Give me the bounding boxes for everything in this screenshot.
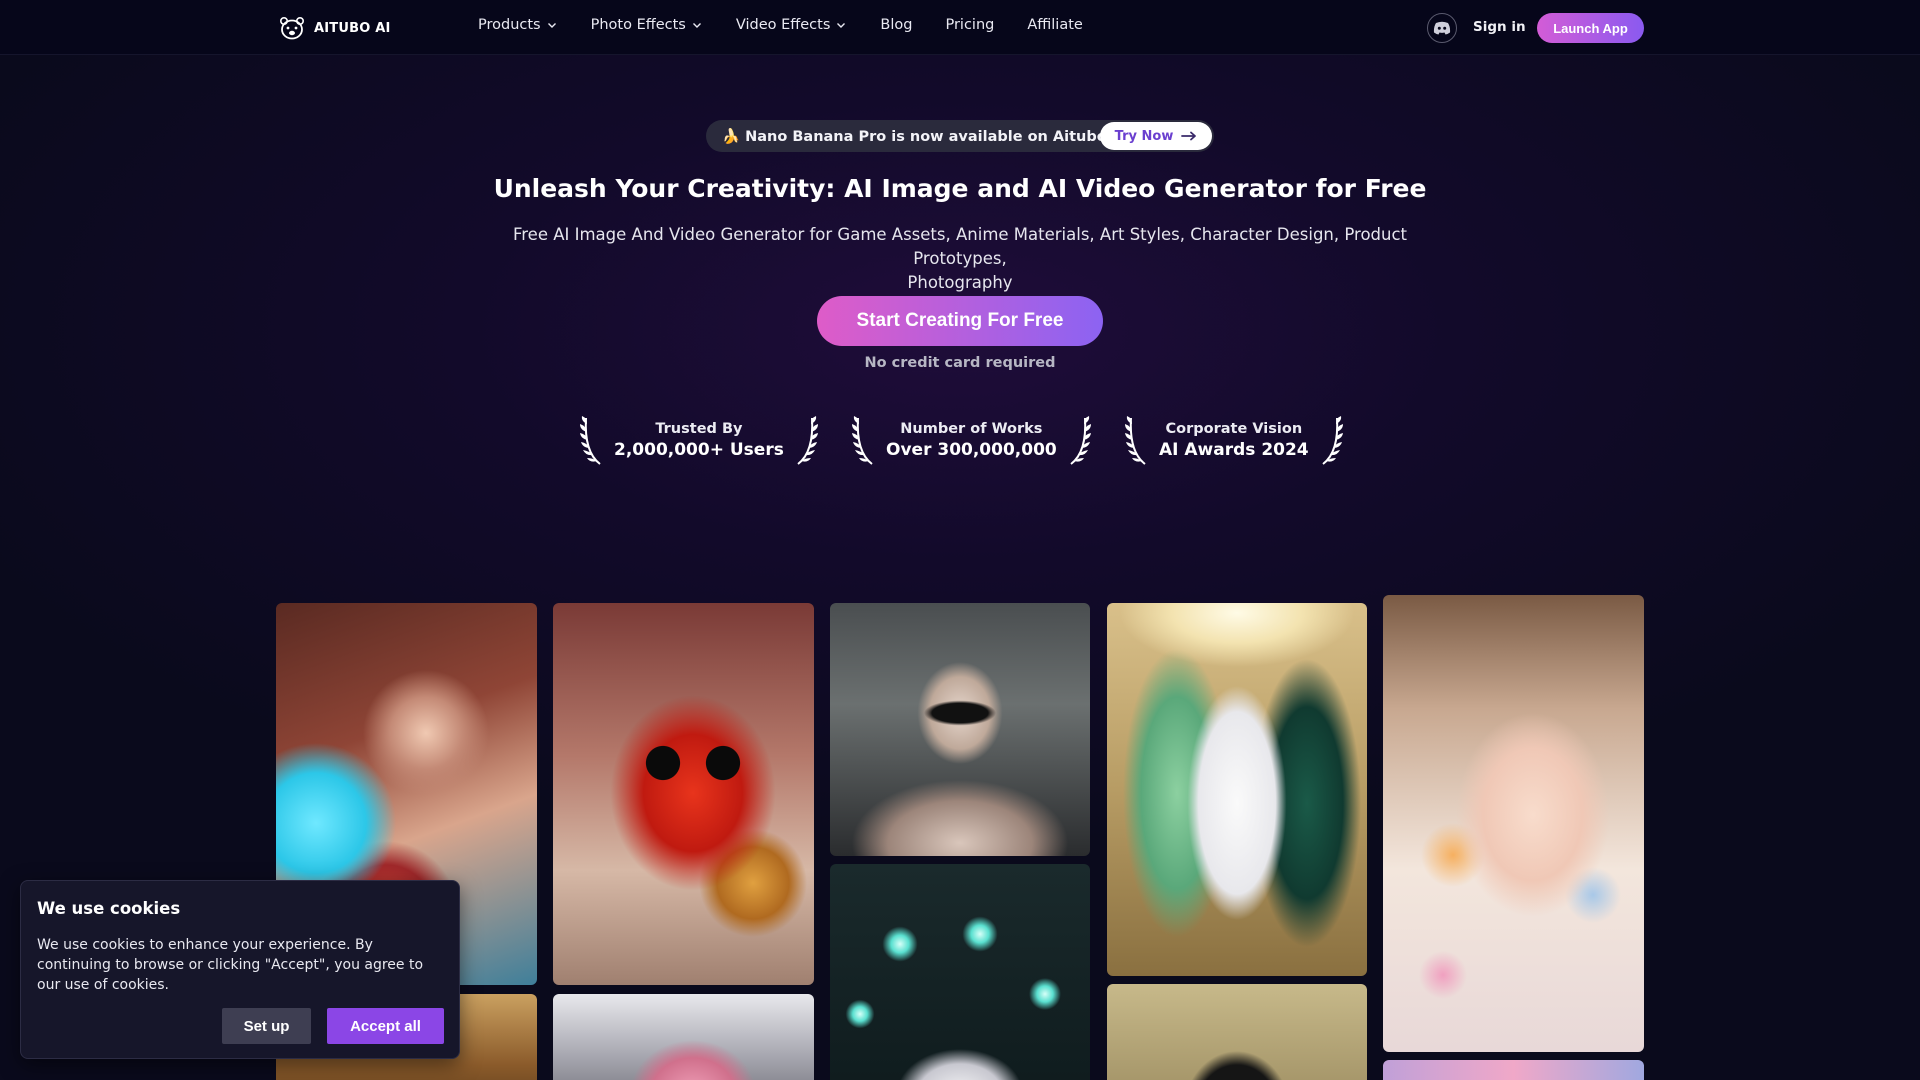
laurel-left-icon xyxy=(580,416,601,465)
try-now-button[interactable]: Try Now xyxy=(1100,122,1212,150)
hero-subtitle: Free AI Image And Video Generator for Ga… xyxy=(470,223,1450,295)
nav-video-effects-label: Video Effects xyxy=(735,17,831,33)
nav-pricing[interactable]: Pricing xyxy=(945,17,994,33)
laurel-left-icon xyxy=(852,416,873,465)
hero-subtitle-line-1: Free AI Image And Video Generator for Ga… xyxy=(512,225,1408,268)
award-value: Over 300,000,000 xyxy=(886,439,1057,460)
nav-products[interactable]: Products xyxy=(478,17,557,33)
cookie-consent-dialog: We use cookies We use cookies to enhance… xyxy=(20,880,460,1059)
laurel-right-icon xyxy=(797,416,818,465)
laurel-left-icon xyxy=(1125,416,1146,465)
award-corporate-vision: Corporate Vision AI Awards 2024 xyxy=(1123,412,1345,468)
award-value: 2,000,000+ Users xyxy=(614,439,784,460)
nav-blog[interactable]: Blog xyxy=(880,17,912,33)
laurel-right-icon xyxy=(1070,416,1091,465)
gallery-image-green-hair-knight[interactable] xyxy=(1107,603,1367,976)
award-number-of-works: Number of Works Over 300,000,000 xyxy=(850,412,1093,468)
chevron-down-icon xyxy=(837,23,846,28)
award-trusted-by: Trusted By 2,000,000+ Users xyxy=(578,412,820,468)
nav-photo-effects-label: Photo Effects xyxy=(590,17,686,33)
gallery-image-glowing-light-bulbs[interactable] xyxy=(830,864,1090,1080)
brand-logo[interactable]: AITUBO AI xyxy=(278,16,391,40)
brand-name: AITUBO AI xyxy=(314,20,391,36)
award-label: Trusted By xyxy=(655,420,743,437)
nav-photo-effects[interactable]: Photo Effects xyxy=(591,17,702,33)
chevron-down-icon xyxy=(547,23,556,28)
announcement-text: 🍌 Nano Banana Pro is now available on Ai… xyxy=(722,128,1107,145)
cookie-accept-all-button[interactable]: Accept all xyxy=(327,1008,444,1044)
cookie-title: We use cookies xyxy=(37,899,181,918)
arrow-right-icon xyxy=(1181,131,1197,141)
gallery-image-pastel-portrait[interactable] xyxy=(1383,595,1644,1052)
top-navbar: AITUBO AI Products Photo Effects Video E… xyxy=(0,0,1920,55)
nav-links: Products Photo Effects Video Effects Blo… xyxy=(478,17,1116,33)
gallery-image-pink-hair-car[interactable] xyxy=(553,994,814,1080)
discord-icon xyxy=(1433,21,1451,35)
discord-button[interactable] xyxy=(1427,13,1457,43)
award-label: Number of Works xyxy=(900,420,1043,437)
gallery-image-dark-wolf[interactable] xyxy=(1107,984,1367,1080)
award-value: AI Awards 2024 xyxy=(1159,439,1309,460)
launch-app-button[interactable]: Launch App xyxy=(1537,13,1644,43)
nav-affiliate[interactable]: Affiliate xyxy=(1027,17,1083,33)
gallery-image-red-fluffy-bird[interactable] xyxy=(553,603,814,985)
try-now-label: Try Now xyxy=(1114,128,1174,144)
sign-in-link[interactable]: Sign in xyxy=(1473,19,1526,35)
no-credit-card-note: No credit card required xyxy=(864,355,1056,371)
nav-products-label: Products xyxy=(478,17,541,33)
nav-video-effects[interactable]: Video Effects xyxy=(736,17,847,33)
chevron-down-icon xyxy=(692,23,701,28)
cookie-description: We use cookies to enhance your experienc… xyxy=(37,937,424,993)
laurel-right-icon xyxy=(1322,416,1343,465)
start-creating-button[interactable]: Start Creating For Free xyxy=(817,296,1103,346)
announcement-banner: 🍌 Nano Banana Pro is now available on Ai… xyxy=(706,120,1214,152)
hero-title: Unleash Your Creativity: AI Image and AI… xyxy=(493,174,1427,203)
cookie-setup-button[interactable]: Set up xyxy=(222,1008,311,1044)
award-label: Corporate Vision xyxy=(1165,420,1303,437)
gallery-image-lace-mask-woman[interactable] xyxy=(830,603,1090,856)
bear-logo-icon xyxy=(279,16,304,40)
hero-subtitle-line-2: Photography xyxy=(907,273,1013,292)
gallery-image-pink-partial[interactable] xyxy=(1383,1060,1644,1080)
